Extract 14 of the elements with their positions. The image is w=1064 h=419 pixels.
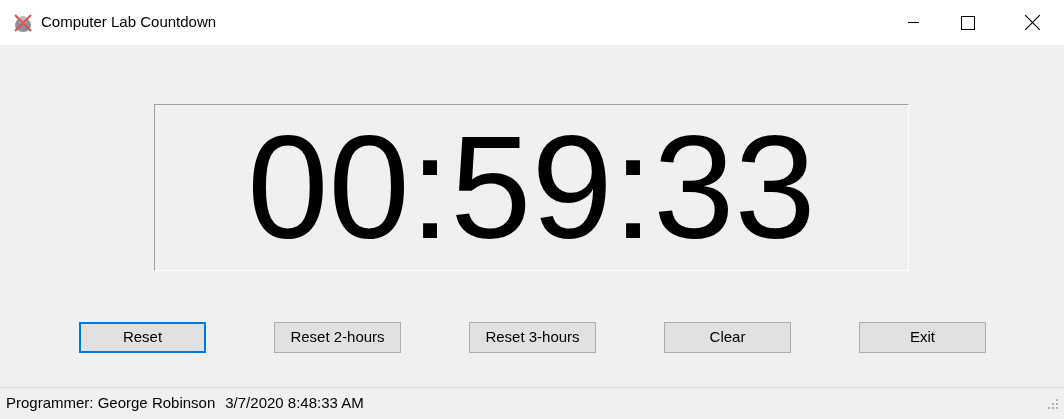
app-icon (12, 11, 34, 34)
resize-grip-icon (1048, 398, 1058, 409)
push-button[interactable]: Exit (859, 322, 986, 353)
push-button[interactable]: Reset 3-hours (469, 322, 596, 353)
push-button[interactable]: Clear (664, 322, 791, 353)
programmer-label: Programmer: George Robinson (6, 393, 216, 414)
maximize-icon (961, 15, 975, 30)
minimize-icon (907, 22, 919, 23)
push-button[interactable]: Reset (79, 322, 206, 353)
window-title: Computer Lab Countdown (41, 12, 217, 33)
countdown-display: 00:59:33 (247, 114, 816, 261)
datetime-label: 3/7/2020 8:48:33 AM (225, 393, 364, 414)
close-icon (1024, 15, 1040, 30)
push-button[interactable]: Reset 2-hours (274, 322, 401, 353)
